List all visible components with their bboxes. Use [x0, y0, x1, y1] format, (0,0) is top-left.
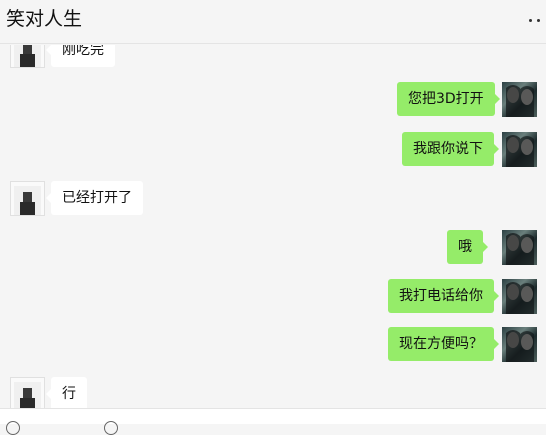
message-bubble-received[interactable]: 已经打开了: [46, 181, 143, 215]
my-avatar[interactable]: [502, 230, 537, 265]
screenshot-icon[interactable]: [104, 421, 118, 435]
message-bubble-sent[interactable]: 哦: [447, 230, 488, 264]
chat-header: 笑对人生: [0, 0, 546, 44]
input-toolbar: [0, 408, 546, 435]
message-bubble-sent[interactable]: 我跟你说下: [402, 132, 499, 166]
contact-avatar[interactable]: [10, 181, 45, 216]
contact-avatar[interactable]: [10, 45, 45, 68]
message-bubble-received[interactable]: 刚吃完: [46, 45, 115, 67]
message-bubble-received[interactable]: 行: [46, 377, 87, 408]
my-avatar[interactable]: [502, 132, 537, 167]
my-avatar[interactable]: [502, 327, 537, 362]
emoji-icon[interactable]: [6, 421, 20, 435]
my-avatar[interactable]: [502, 82, 537, 117]
message-bubble-sent[interactable]: 现在方便吗？: [388, 327, 499, 361]
contact-avatar[interactable]: [10, 377, 45, 408]
message-bubble-sent[interactable]: 我打电话给你: [388, 279, 499, 313]
chat-title: 笑对人生: [6, 8, 83, 30]
message-list[interactable]: 刚吃完 您把3D打开 我跟你说下 已经打开了 哦 我打电话给你 现在方便吗？ 行: [0, 45, 546, 408]
my-avatar[interactable]: [502, 279, 537, 314]
more-icon[interactable]: [528, 14, 542, 22]
message-bubble-sent[interactable]: 您把3D打开: [397, 82, 500, 116]
